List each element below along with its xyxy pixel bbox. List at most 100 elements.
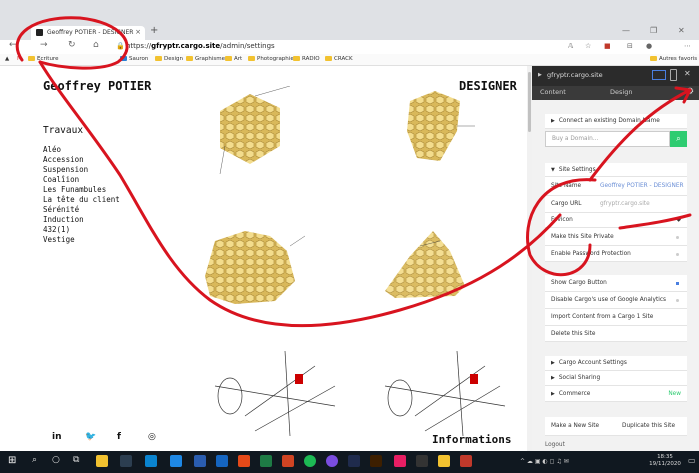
app-icon[interactable]: [460, 455, 472, 467]
forward-icon[interactable]: →: [40, 40, 48, 50]
extension-icon[interactable]: ■: [604, 42, 611, 50]
settings-gear-icon[interactable]: ⚙: [686, 87, 694, 97]
cargo-url-row[interactable]: Cargo URL gfryptr.cargo.site: [545, 196, 687, 213]
minimize-icon[interactable]: —: [622, 26, 630, 35]
connect-domain-row[interactable]: ▶ Connect an existing Domain Name: [545, 114, 687, 129]
buy-domain-input[interactable]: Buy a Domain...: [545, 131, 670, 147]
spotify-icon[interactable]: [304, 455, 316, 467]
project-link[interactable]: Induction: [43, 215, 84, 224]
system-tray-icons[interactable]: ^ ☁ ▣ ◐ ◻ ♫ ✉: [520, 458, 569, 465]
close-window-icon[interactable]: ✕: [678, 26, 685, 35]
reader-icon[interactable]: 𝔸: [568, 42, 573, 50]
account-settings-row[interactable]: ▶ Cargo Account Settings: [545, 356, 687, 371]
make-new-site-button[interactable]: Make a New Site: [545, 417, 616, 436]
profile-icon[interactable]: ●: [646, 42, 652, 50]
excel-icon[interactable]: [260, 455, 272, 467]
bookmark-photographie[interactable]: Photographie: [248, 56, 294, 62]
duplicate-site-button[interactable]: Duplicate this Site: [616, 417, 687, 436]
menu-icon[interactable]: ⋯: [684, 42, 691, 50]
import-content-row[interactable]: Import Content from a Cargo 1 Site: [545, 309, 687, 326]
collections-icon[interactable]: ⊟: [627, 42, 633, 50]
project-link[interactable]: Coalîion: [43, 175, 79, 184]
informations-link[interactable]: Informations: [432, 433, 511, 446]
mail-icon[interactable]: [170, 455, 182, 467]
toggle-off-icon[interactable]: [676, 253, 679, 256]
cortana-icon[interactable]: ○: [52, 455, 60, 465]
facebook-icon[interactable]: f: [117, 432, 121, 442]
expand-icon[interactable]: ▶: [538, 72, 542, 78]
project-link[interactable]: Vestige: [43, 235, 75, 244]
instagram-icon[interactable]: ◎: [148, 432, 156, 442]
project-link[interactable]: 432(1): [43, 225, 70, 234]
chrome-icon[interactable]: [238, 455, 250, 467]
bookmark-ecriture[interactable]: Ecriture: [28, 56, 58, 62]
scrollbar-thumb[interactable]: [528, 72, 531, 132]
apps-icon[interactable]: ▲: [5, 56, 9, 62]
powerpoint-icon[interactable]: [282, 455, 294, 467]
store-icon[interactable]: [120, 455, 132, 467]
site-settings-header[interactable]: ▼ Site Settings: [545, 163, 687, 177]
new-tab-button[interactable]: +: [150, 25, 158, 36]
commerce-row[interactable]: ▶ Commerce New: [545, 386, 687, 402]
site-name-field[interactable]: Geoffrey POTIER - DESIGNER: [600, 183, 684, 189]
bookmark-sauron[interactable]: Sauron: [120, 56, 148, 62]
home-icon[interactable]: ⌂: [93, 40, 99, 50]
project-link[interactable]: Suspension: [43, 165, 88, 174]
browser-tab[interactable]: Geoffrey POTIER - DESIGNER ×: [31, 26, 145, 40]
maximize-icon[interactable]: ❐: [650, 26, 657, 35]
project-link[interactable]: Sérénité: [43, 205, 79, 214]
close-panel-icon[interactable]: ✕: [684, 69, 691, 78]
twitter-icon[interactable]: 🐦: [85, 432, 96, 442]
site-title[interactable]: Geoffrey POTIER: [43, 79, 151, 93]
project-link[interactable]: Aléo: [43, 145, 61, 154]
project-link[interactable]: La tête du client: [43, 195, 120, 204]
sculpture-image-3[interactable]: [205, 231, 306, 304]
linkedin-icon[interactable]: in: [52, 432, 62, 442]
toggle-off-icon[interactable]: [676, 236, 679, 239]
sketch-image-1[interactable]: [214, 350, 336, 437]
sculpture-image-4[interactable]: [385, 231, 465, 298]
cargo-url-field[interactable]: gfryptr.cargo.site: [600, 201, 650, 207]
sculpture-image-2[interactable]: [407, 91, 475, 161]
make-private-row[interactable]: Make this Site Private: [545, 228, 687, 246]
clock[interactable]: 18:35 19/11/2020: [646, 454, 684, 468]
project-link[interactable]: Les Funambules: [43, 185, 106, 194]
back-icon[interactable]: ←: [9, 40, 17, 50]
desktop-view-icon[interactable]: [652, 70, 666, 80]
show-cargo-button-row[interactable]: Show Cargo Button: [545, 275, 687, 292]
social-sharing-row[interactable]: ▶ Social Sharing: [545, 371, 687, 386]
file-explorer-icon[interactable]: [96, 455, 108, 467]
windows-start-icon[interactable]: ⊞: [8, 455, 16, 466]
edge-icon[interactable]: [145, 455, 157, 467]
bookmark-graphisme[interactable]: Graphisme: [186, 56, 225, 62]
search-icon[interactable]: ⌕: [32, 455, 37, 465]
bookmark-design[interactable]: Design: [155, 56, 183, 62]
other-bookmarks[interactable]: Autres favoris: [650, 56, 697, 62]
tab-design[interactable]: Design: [610, 88, 632, 96]
messenger-icon[interactable]: [326, 455, 338, 467]
logout-link[interactable]: Logout: [545, 442, 565, 448]
favicon-icon[interactable]: ◆: [676, 216, 681, 223]
toggle-on-icon[interactable]: [676, 282, 679, 285]
notifications-icon[interactable]: ▭: [688, 456, 696, 465]
site-name-row[interactable]: Site Name Geoffrey POTIER - DESIGNER: [545, 177, 687, 196]
photoshop-icon[interactable]: [348, 455, 360, 467]
indesign-icon[interactable]: [394, 455, 406, 467]
gmail-icon[interactable]: M: [17, 56, 22, 62]
url-field[interactable]: https://gfryptr.cargo.site/admin/setting…: [126, 42, 275, 50]
project-link[interactable]: Accession: [43, 155, 84, 164]
tab-content[interactable]: Content: [540, 88, 566, 96]
onenote-icon[interactable]: [216, 455, 228, 467]
sculpture-image-1[interactable]: [219, 86, 291, 175]
bookmark-crack[interactable]: CRACK: [325, 56, 353, 62]
refresh-icon[interactable]: ↻: [68, 40, 76, 50]
mobile-view-icon[interactable]: [670, 69, 677, 81]
close-tab-icon[interactable]: ×: [135, 28, 141, 36]
task-view-icon[interactable]: ⧉: [73, 455, 79, 465]
sticky-notes-icon[interactable]: [438, 455, 450, 467]
favicon-row[interactable]: Favicon ◆: [545, 213, 687, 228]
illustrator-icon[interactable]: [370, 455, 382, 467]
word-icon[interactable]: [194, 455, 206, 467]
toggle-off-icon[interactable]: [676, 299, 679, 302]
settings-icon[interactable]: [416, 455, 428, 467]
